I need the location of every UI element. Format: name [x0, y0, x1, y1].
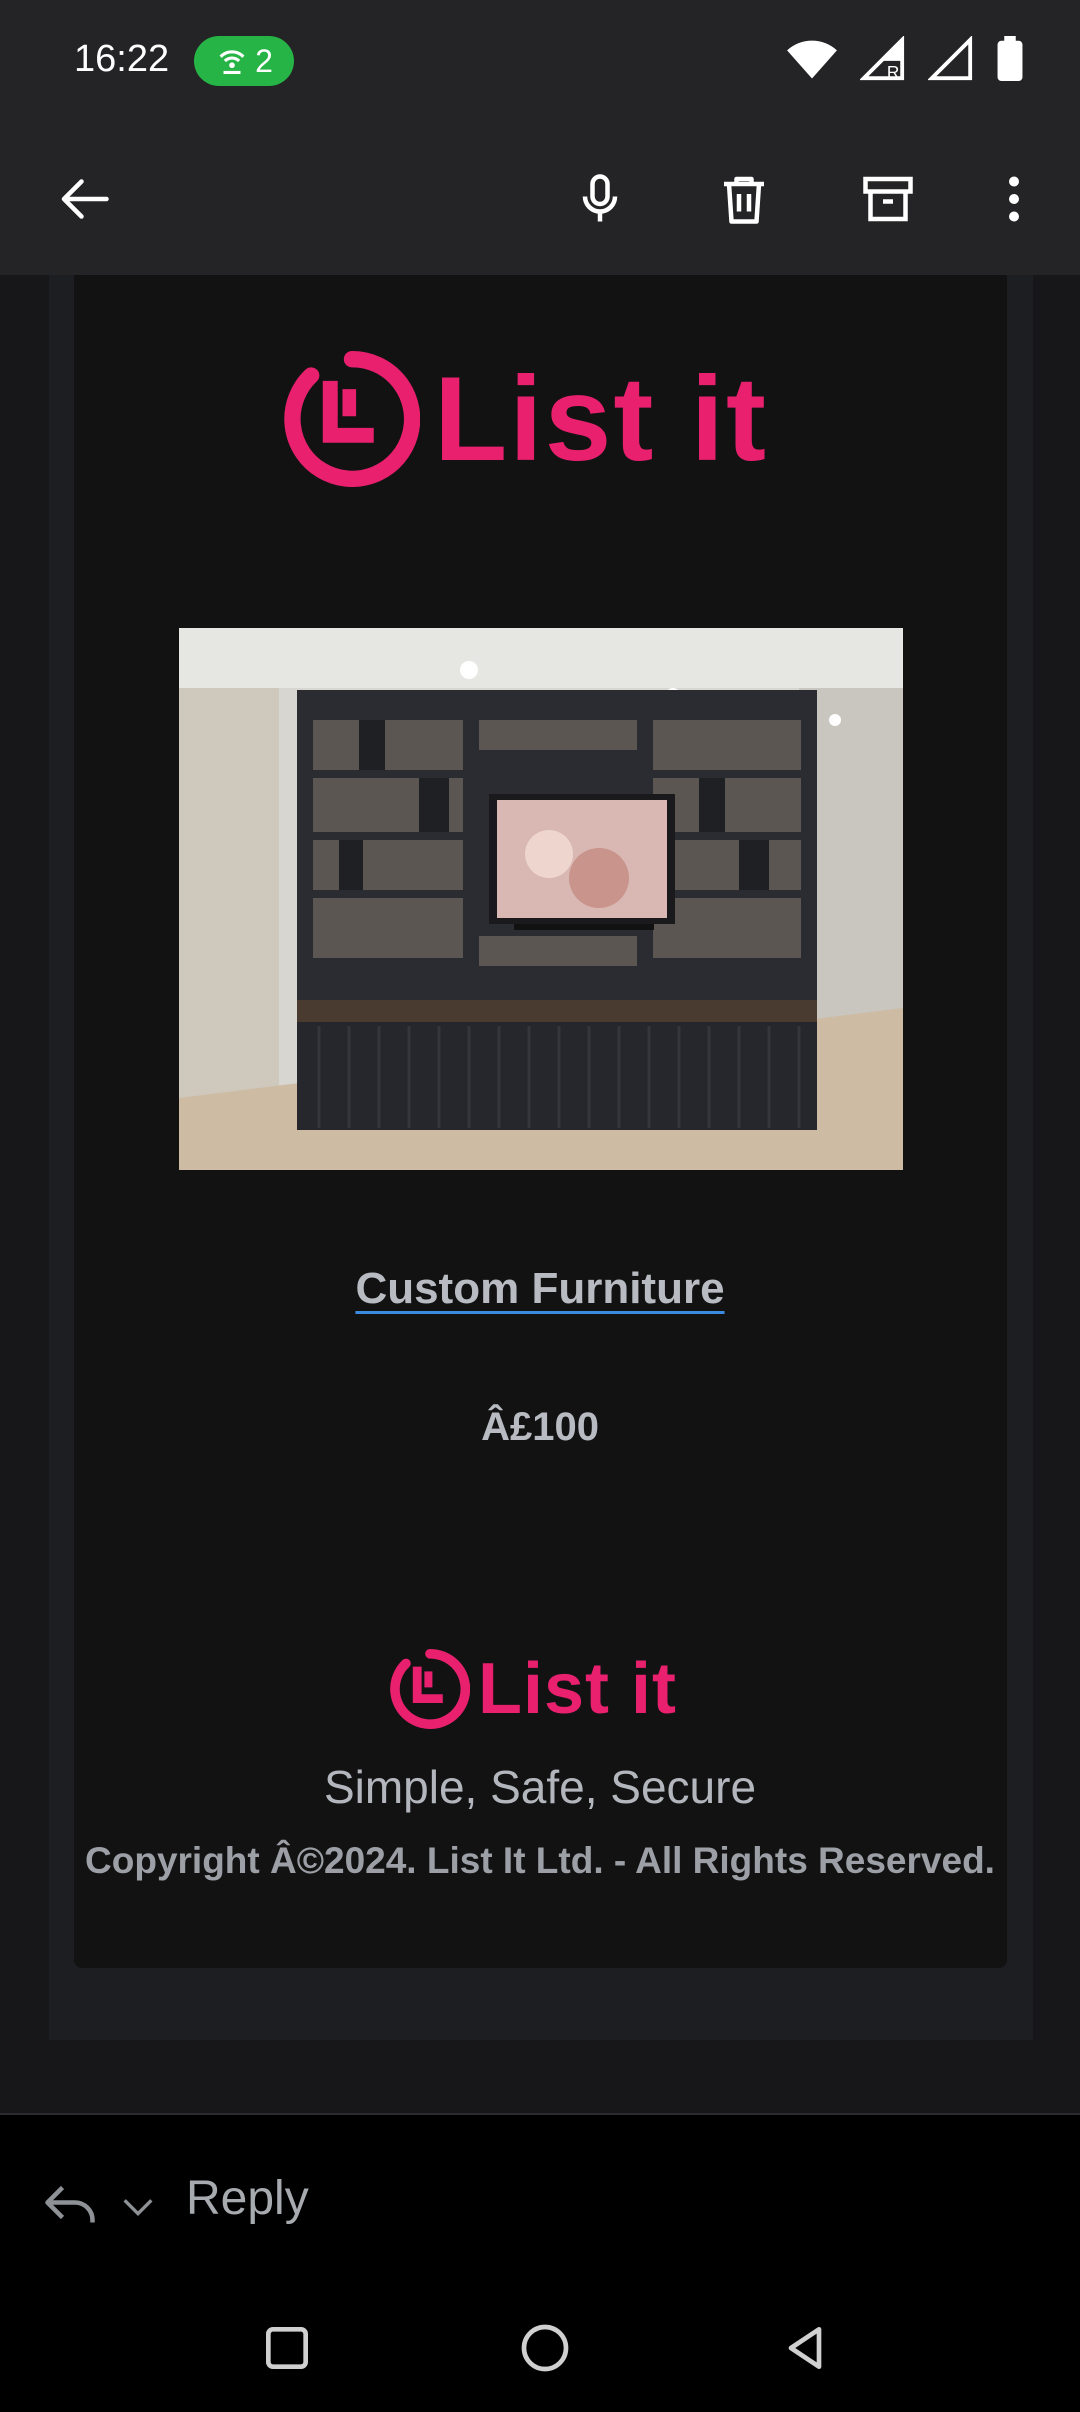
- recents-square-icon: [266, 2327, 308, 2369]
- dictate-button[interactable]: [556, 155, 644, 243]
- more-options-button[interactable]: [970, 155, 1058, 243]
- hotspot-badge[interactable]: 2: [194, 36, 294, 86]
- delete-button[interactable]: [700, 155, 788, 243]
- footer-brand-name: List it: [478, 1649, 677, 1729]
- email-content: [0, 275, 1080, 2090]
- svg-text:R: R: [887, 62, 899, 82]
- product-price: Â£100: [481, 1405, 599, 1449]
- chevron-down-icon[interactable]: [116, 2187, 160, 2227]
- copyright: Copyright Â©2024. List It Ltd. - All Rig…: [85, 1840, 995, 1881]
- header-logo: L List it: [284, 350, 768, 488]
- home-button[interactable]: [510, 2313, 580, 2383]
- archive-button[interactable]: [844, 155, 932, 243]
- product-title-link[interactable]: Custom Furniture: [0, 1264, 1080, 1314]
- archive-icon: [863, 176, 913, 222]
- list-it-logo-icon: [390, 1649, 470, 1729]
- back-triangle-icon: [788, 2327, 822, 2369]
- list-it-logo-icon: L: [284, 351, 420, 487]
- reply-button[interactable]: Reply: [186, 2171, 309, 2226]
- microphone-icon: [582, 174, 618, 222]
- reply-bar[interactable]: Reply: [0, 2115, 1080, 2285]
- status-bar: 16:22 2 R: [0, 0, 1080, 125]
- wifi-icon: [787, 40, 837, 79]
- email-toolbar: [0, 125, 1080, 275]
- product-photo[interactable]: [179, 628, 903, 1170]
- signal-roaming-icon: R: [860, 36, 905, 82]
- furniture-image: [179, 628, 903, 1170]
- hotspot-count: 2: [255, 42, 273, 79]
- signal-icon: [928, 36, 973, 81]
- footer-logo: List it: [390, 1648, 677, 1730]
- recents-button[interactable]: [252, 2313, 322, 2383]
- reply-arrow-icon[interactable]: [40, 2175, 100, 2235]
- trash-icon: [724, 176, 764, 224]
- brand-name: List it: [434, 352, 768, 486]
- back-button[interactable]: [40, 155, 128, 243]
- nav-back-button[interactable]: [770, 2313, 840, 2383]
- tagline: Simple, Safe, Secure: [323, 1761, 757, 1813]
- system-nav-bar: [0, 2285, 1080, 2412]
- more-vert-icon: [1009, 176, 1019, 222]
- hotspot-icon: [219, 50, 245, 75]
- back-arrow-icon: [61, 179, 109, 219]
- home-circle-icon: [521, 2324, 569, 2372]
- battery-icon: [997, 36, 1023, 82]
- system-icons: R: [786, 36, 1024, 82]
- status-time: 16:22: [74, 38, 170, 80]
